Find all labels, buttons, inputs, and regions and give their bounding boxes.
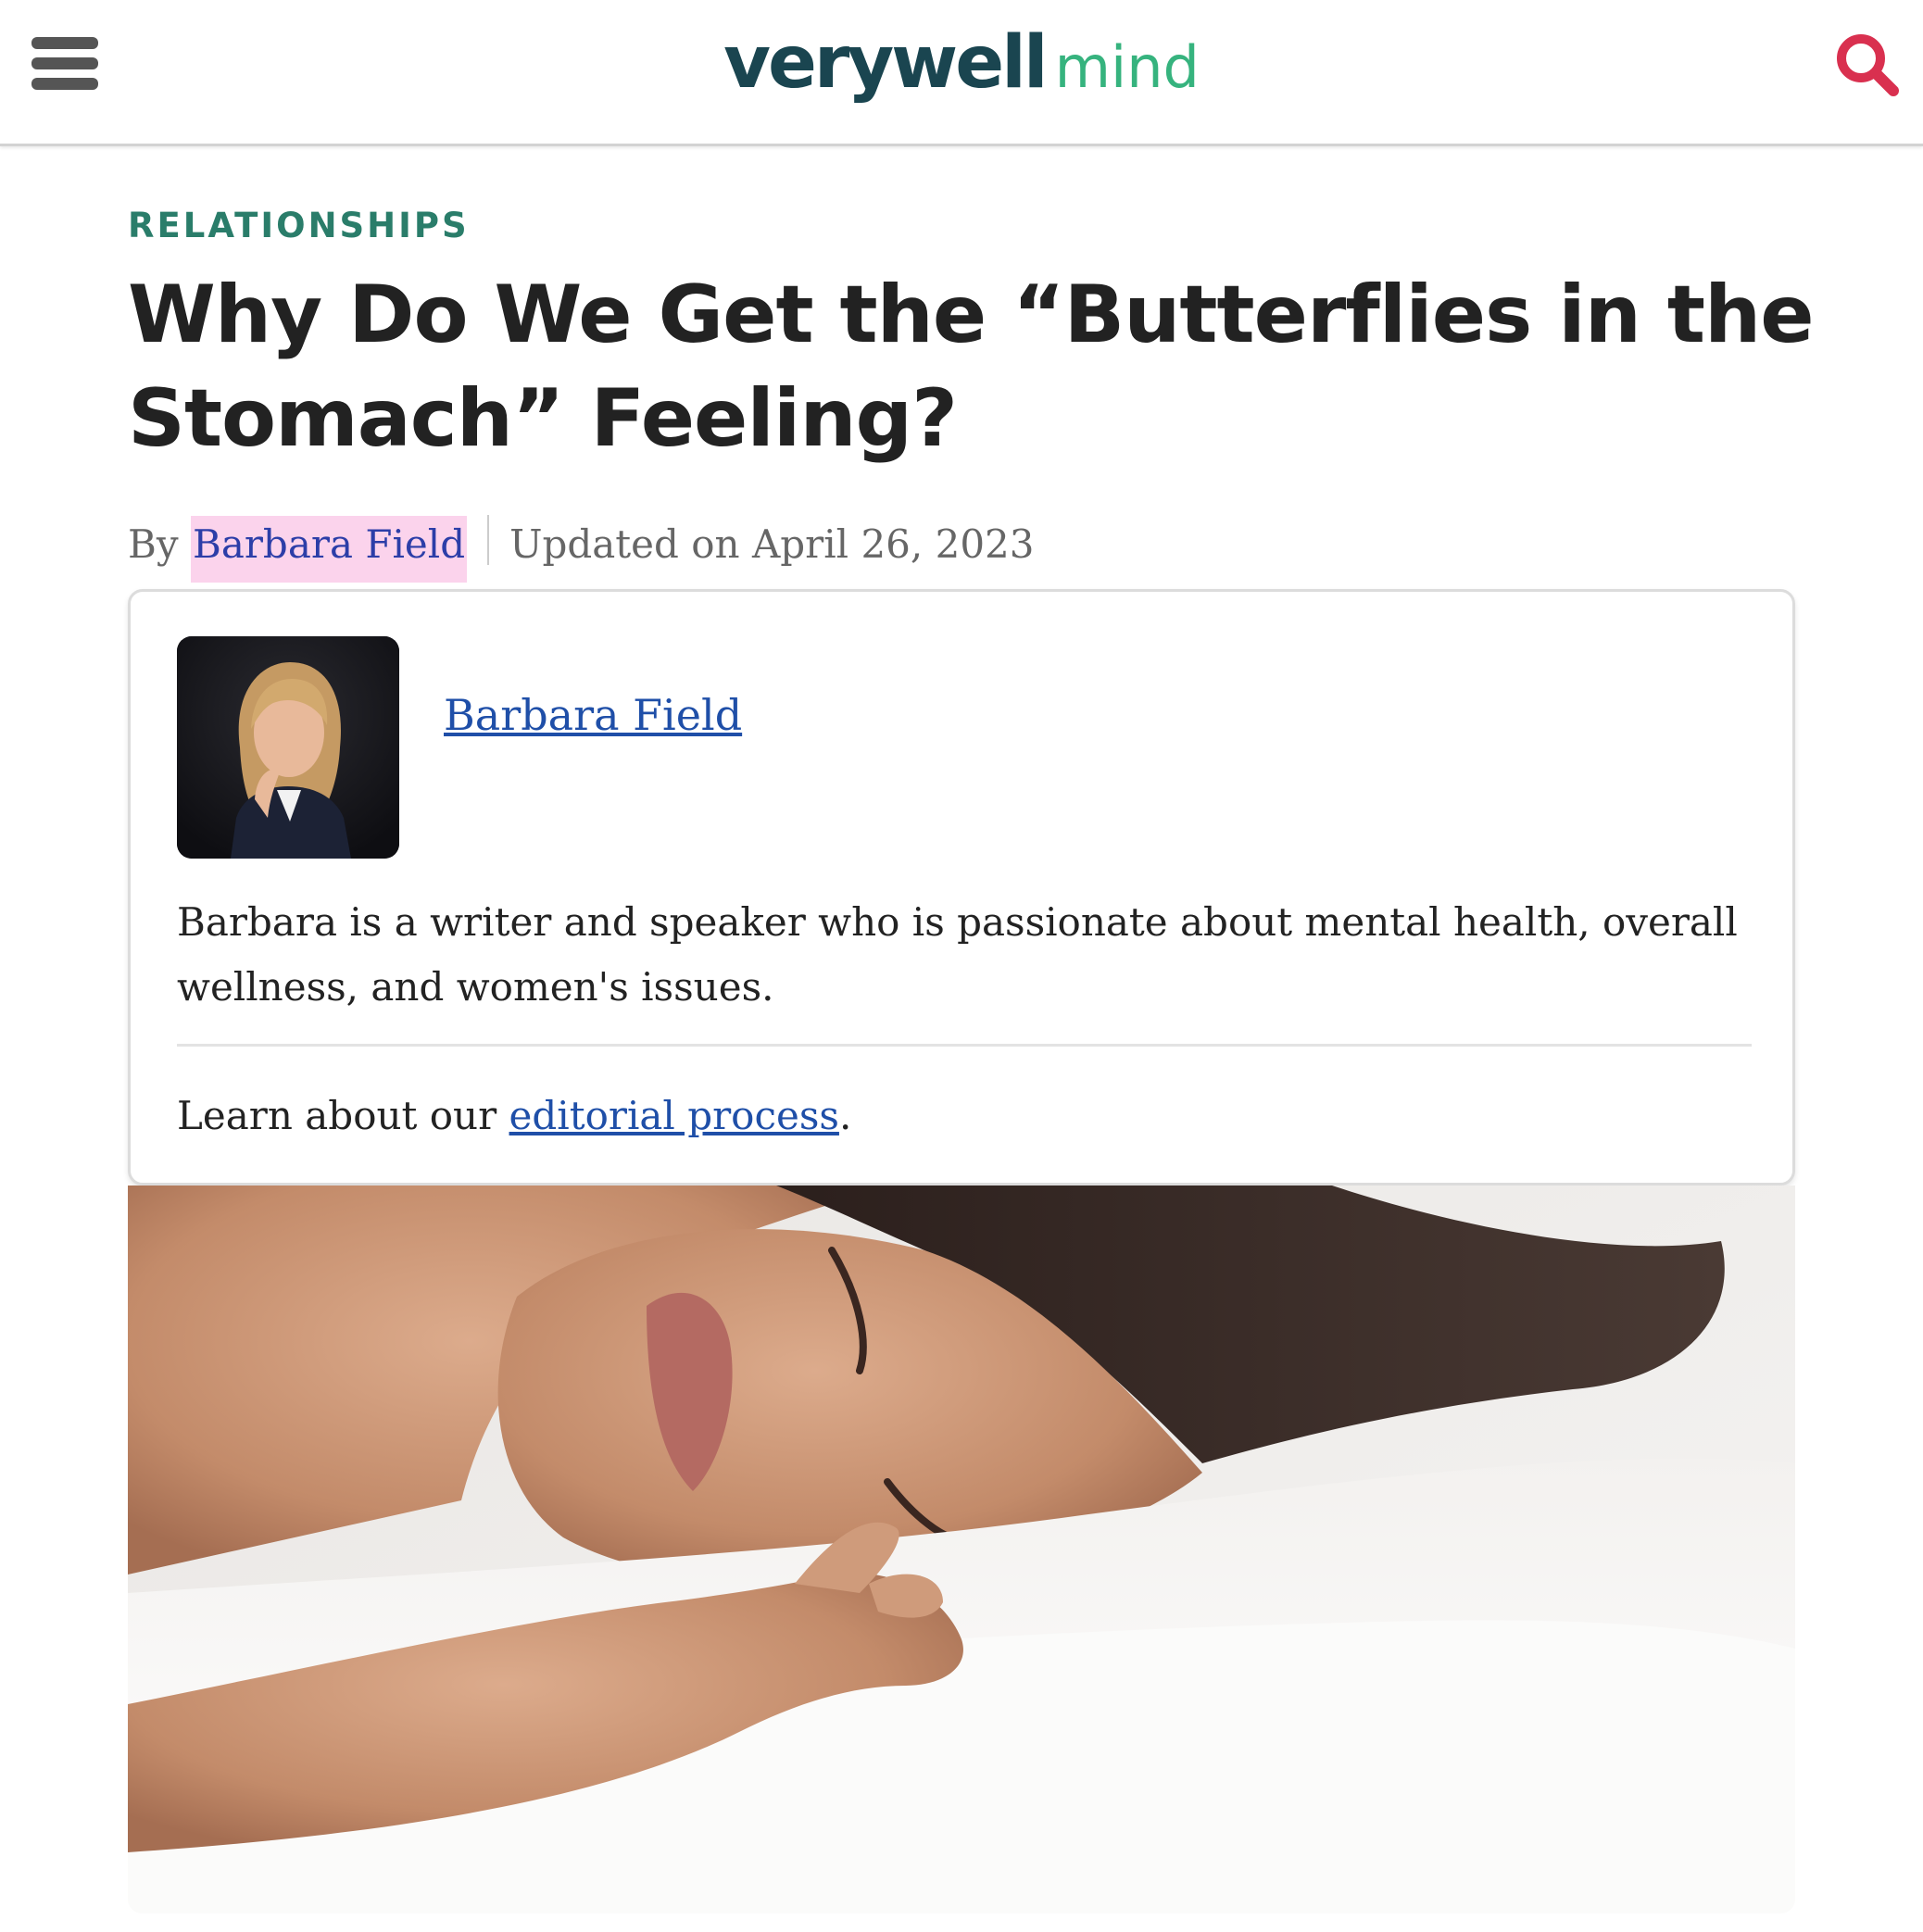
author-card: Barbara Field Barbara is a writer and sp… [128,589,1795,1186]
byline-divider [487,515,490,565]
byline-prefix: By [128,521,179,567]
updated-date: Updated on April 26, 2023 [509,521,1035,567]
editorial-note: Learn about our editorial process. [177,1088,851,1144]
logo-secondary: mind [1054,33,1200,101]
byline: By Barbara Field Updated on April 26, 202… [128,515,1034,583]
hero-image [128,1186,1795,1913]
search-icon[interactable] [1830,28,1904,102]
author-avatar[interactable] [177,636,399,859]
byline-author-link[interactable]: Barbara Field [190,516,468,583]
author-bio: Barbara is a writer and speaker who is p… [177,899,1738,1010]
site-logo[interactable]: verywell mind [0,19,1923,127]
site-header: verywell mind [0,0,1923,146]
category-link[interactable]: RELATIONSHIPS [128,206,470,245]
logo-primary: verywell [723,21,1048,105]
article-title: Why Do We Get the “Butterflies in the St… [128,269,1815,465]
author-name-link[interactable]: Barbara Field [444,690,742,740]
editorial-process-link[interactable]: editorial process [509,1093,839,1138]
card-divider [177,1044,1752,1047]
editorial-suffix: . [838,1093,852,1138]
editorial-prefix: Learn about our [177,1093,497,1138]
